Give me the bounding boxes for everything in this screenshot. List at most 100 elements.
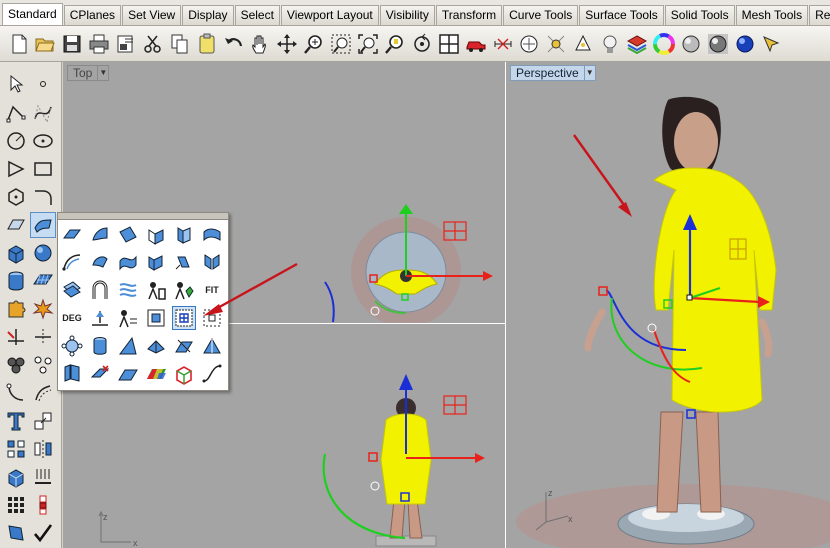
tab-select[interactable]: Select <box>234 5 280 25</box>
polyline-icon[interactable] <box>3 100 29 126</box>
loft-icon[interactable] <box>60 250 84 274</box>
blue-sphere-icon[interactable] <box>732 31 757 56</box>
zoom-selected-icon[interactable] <box>382 31 407 56</box>
drape-icon[interactable] <box>144 278 168 302</box>
box-edges-icon[interactable] <box>172 362 196 386</box>
circle-icon[interactable] <box>3 128 29 154</box>
polygon-icon[interactable] <box>3 184 29 210</box>
rotate-view-icon[interactable] <box>275 31 300 56</box>
open-folder-icon[interactable] <box>33 31 58 56</box>
color-wheel-icon[interactable] <box>651 31 676 56</box>
solid-box-icon[interactable] <box>3 464 29 490</box>
network-surface-icon[interactable] <box>116 278 140 302</box>
new-file-icon[interactable] <box>6 31 31 56</box>
extend-surface-icon[interactable] <box>88 306 112 330</box>
revolve-icon[interactable] <box>172 250 196 274</box>
scale-icon[interactable] <box>30 408 56 434</box>
untrim-icon[interactable] <box>88 362 112 386</box>
ungroup-icon[interactable] <box>30 352 56 378</box>
surface-from-3-points-icon[interactable] <box>60 223 84 247</box>
extrude-straight-icon[interactable] <box>172 223 196 247</box>
arc-icon[interactable] <box>3 156 29 182</box>
tab-surface-tools[interactable]: Surface Tools <box>579 5 664 25</box>
undo-icon[interactable] <box>221 31 246 56</box>
surface-from-points-icon[interactable] <box>60 334 84 358</box>
tab-curve-tools[interactable]: Curve Tools <box>503 5 579 25</box>
heightfield-icon[interactable] <box>172 278 196 302</box>
mesh-grid-icon[interactable] <box>3 492 29 518</box>
point-icon[interactable] <box>30 71 56 97</box>
surface-edge-curves-icon[interactable] <box>88 223 112 247</box>
tab-cplanes[interactable]: CPlanes <box>63 5 122 25</box>
offset-icon[interactable] <box>30 380 56 406</box>
mesh-from-surface-button-highlighted[interactable] <box>172 306 196 330</box>
osnap-icon[interactable] <box>571 31 596 56</box>
fillet-edge-icon[interactable] <box>3 380 29 406</box>
viewport-splitter-vertical[interactable] <box>505 62 506 548</box>
corner-surface-icon[interactable] <box>116 334 140 358</box>
layer-icon[interactable] <box>624 31 649 56</box>
variable-fillet-icon[interactable] <box>200 334 224 358</box>
zoom-icon[interactable] <box>302 31 327 56</box>
trim-icon[interactable] <box>3 324 29 350</box>
copy-icon[interactable] <box>167 31 192 56</box>
shrink-surface-icon[interactable] <box>116 306 140 330</box>
tab-set-view[interactable]: Set View <box>122 5 182 25</box>
ellipse-icon[interactable] <box>30 128 56 154</box>
tab-display[interactable]: Display <box>182 5 234 25</box>
tab-render-tools[interactable]: Re <box>809 5 830 25</box>
rebuild-degree-button[interactable]: DEG <box>60 306 84 330</box>
fillet-surface-icon[interactable] <box>144 334 168 358</box>
cplane-icon[interactable] <box>517 31 542 56</box>
text-icon[interactable] <box>3 408 29 434</box>
curvature-analysis-icon[interactable] <box>144 362 168 386</box>
render-sphere-icon[interactable] <box>678 31 703 56</box>
import-icon[interactable] <box>114 31 139 56</box>
distribute-icon[interactable] <box>30 492 56 518</box>
tab-viewport-layout[interactable]: Viewport Layout <box>280 5 379 25</box>
chamfer-surface-icon[interactable] <box>172 334 196 358</box>
print-icon[interactable] <box>87 31 112 56</box>
surface-from-curves-icon[interactable] <box>3 212 29 238</box>
car-named-view-icon[interactable] <box>463 31 488 56</box>
zoom-window-icon[interactable] <box>329 31 354 56</box>
pipe-icon[interactable] <box>88 278 112 302</box>
fillet-curve-icon[interactable] <box>30 184 56 210</box>
split-icon[interactable] <box>30 324 56 350</box>
extrude-along-curve-icon[interactable] <box>200 223 224 247</box>
display-settings-icon[interactable] <box>544 31 569 56</box>
save-icon[interactable] <box>60 31 85 56</box>
sphere-solid-icon[interactable] <box>30 240 56 266</box>
cut-icon[interactable] <box>140 31 165 56</box>
box-solid-icon[interactable] <box>3 240 29 266</box>
zoom-extents-icon[interactable] <box>356 31 381 56</box>
flyout-title-bar[interactable] <box>58 213 228 220</box>
surface-tools-flyout-button[interactable] <box>30 212 56 238</box>
tab-mesh-tools[interactable]: Mesh Tools <box>735 5 809 25</box>
rendered-sphere-icon[interactable] <box>705 31 730 56</box>
extrude-curve-icon[interactable] <box>144 223 168 247</box>
group-icon[interactable] <box>3 352 29 378</box>
match-surface-icon[interactable] <box>144 306 168 330</box>
sweep-2-rails-icon[interactable] <box>144 250 168 274</box>
sweep-1-rail-icon[interactable] <box>116 250 140 274</box>
unroll-surface-icon[interactable] <box>60 362 84 386</box>
analyze-icon[interactable] <box>3 520 29 546</box>
blend-surface-icon[interactable] <box>200 250 224 274</box>
pan-hand-icon[interactable] <box>248 31 273 56</box>
curve-on-surface-icon[interactable] <box>200 362 224 386</box>
tab-transform[interactable]: Transform <box>435 5 503 25</box>
mirror-icon[interactable] <box>30 436 56 462</box>
rotate-camera-icon[interactable] <box>409 31 434 56</box>
explode-icon[interactable] <box>30 296 56 322</box>
curve-cv-icon[interactable] <box>30 100 56 126</box>
puzzle-plugin-icon[interactable] <box>3 296 29 322</box>
dimension-arrows-icon[interactable] <box>30 464 56 490</box>
light-bulb-icon[interactable] <box>598 31 623 56</box>
plane-through-points-icon[interactable] <box>116 362 140 386</box>
patch-icon[interactable] <box>60 278 84 302</box>
cylinder-solid-icon[interactable] <box>3 268 29 294</box>
tab-solid-tools[interactable]: Solid Tools <box>664 5 735 25</box>
points-on-icon[interactable] <box>200 306 224 330</box>
rail-revolve-icon[interactable] <box>88 250 112 274</box>
